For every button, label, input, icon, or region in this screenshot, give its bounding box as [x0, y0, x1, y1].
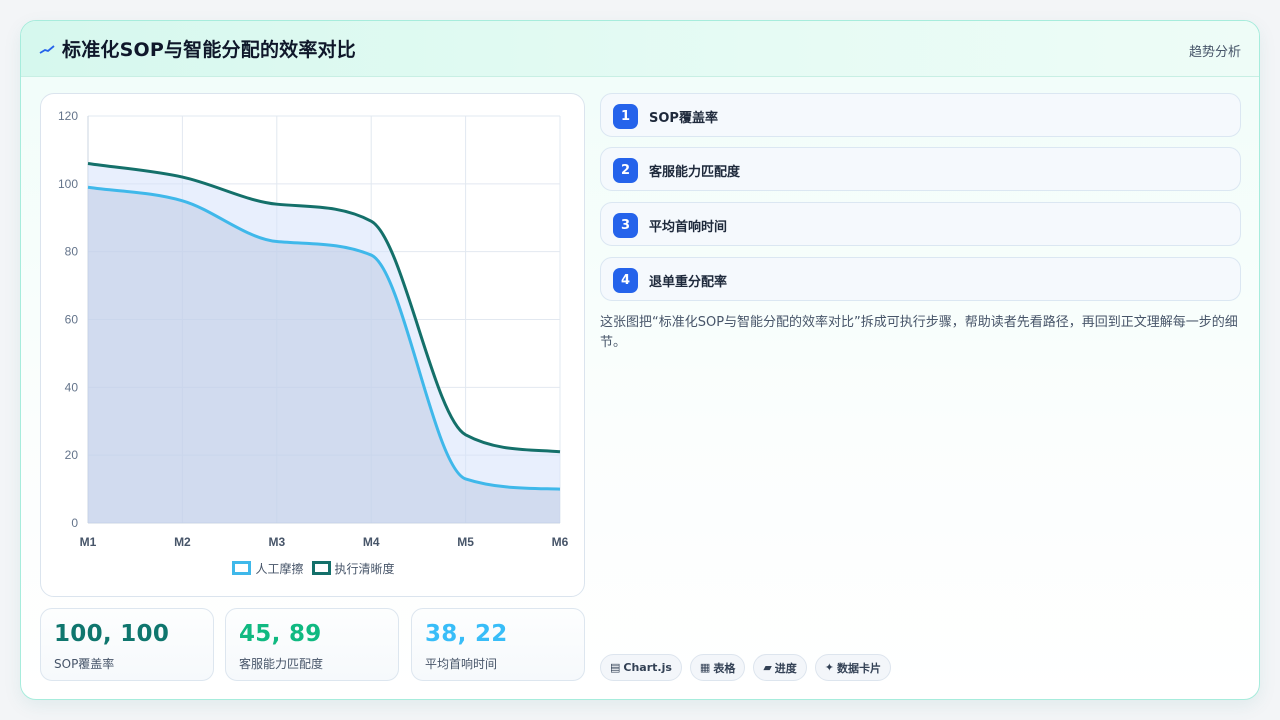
- kpi-label: SOP覆盖率: [54, 657, 115, 671]
- step-item-4[interactable]: 4 退单重分配率: [600, 257, 1241, 301]
- chart-description: 这张图把“标准化SOP与智能分配的效率对比”拆成可执行步骤，帮助读者先看路径，再…: [600, 315, 1238, 350]
- pill-label: 数据卡片: [837, 661, 882, 675]
- x-tick-label: M3: [268, 535, 285, 549]
- x-tick-label: M4: [363, 535, 380, 549]
- main-card: 标准化SOP与智能分配的效率对比 趋势分析 0 20 40 60 80 100 120 M1 M…: [20, 20, 1260, 700]
- pill-label: Chart.js: [623, 661, 672, 674]
- y-tick-label: 120: [58, 109, 78, 123]
- pill-label: 进度: [774, 661, 797, 675]
- pill-chartjs[interactable]: ▤ Chart.js: [600, 654, 682, 681]
- pill-data-card[interactable]: ✦ 数据卡片: [814, 654, 892, 681]
- chart-icon: ▤: [610, 661, 621, 674]
- step-item-2[interactable]: 2 客服能力匹配度: [600, 147, 1241, 191]
- x-tick-label: M1: [80, 535, 97, 549]
- legend-label: 执行清晰度: [334, 561, 395, 576]
- legend-swatch: [232, 561, 252, 575]
- legend-item-series-1[interactable]: 人工摩擦: [232, 560, 304, 577]
- y-tick-label: 100: [58, 177, 78, 191]
- kpi-value: 38, 22: [425, 621, 508, 647]
- pill-progress[interactable]: ▰ 进度: [753, 654, 807, 681]
- trend-line-icon: [39, 45, 55, 54]
- chart-panel: 0 20 40 60 80 100 120 M1 M2 M3 M4 M5 M6 人工摩擦 执行清晰度: [40, 93, 585, 597]
- legend-label: 人工摩擦: [255, 561, 304, 576]
- x-tick-label: M2: [174, 535, 191, 549]
- kpi-card-skill-match: 45, 89 客服能力匹配度: [225, 608, 399, 681]
- card-header: 标准化SOP与智能分配的效率对比 趋势分析: [21, 21, 1259, 77]
- y-tick-label: 60: [65, 313, 79, 327]
- chart-legend: 人工摩擦 执行清晰度: [41, 559, 586, 577]
- step-number-badge: 3: [613, 213, 638, 238]
- line-chart: 0 20 40 60 80 100 120 M1 M2 M3 M4 M5 M6: [58, 109, 569, 549]
- step-label: SOP覆盖率: [649, 111, 718, 126]
- y-tick-label: 40: [65, 380, 79, 394]
- step-label: 平均首响时间: [649, 220, 728, 235]
- step-item-3[interactable]: 3 平均首响时间: [600, 202, 1241, 246]
- legend-swatch: [311, 561, 331, 575]
- kpi-label: 客服能力匹配度: [239, 657, 324, 671]
- trend-analysis-tag[interactable]: 趋势分析: [1189, 41, 1241, 60]
- table-icon: ▦: [699, 661, 711, 674]
- step-number-badge: 1: [613, 104, 638, 129]
- kpi-value: 45, 89: [239, 621, 322, 647]
- pill-table[interactable]: ▦ 表格: [689, 654, 746, 681]
- y-tick-label: 80: [65, 245, 79, 259]
- step-item-1[interactable]: 1 SOP覆盖率: [600, 93, 1241, 137]
- x-tick-label: M5: [457, 535, 474, 549]
- step-label: 退单重分配率: [649, 275, 728, 290]
- kpi-value: 100, 100: [54, 621, 170, 647]
- step-number-badge: 2: [613, 158, 638, 183]
- step-label: 客服能力匹配度: [649, 165, 741, 180]
- page-title: 标准化SOP与智能分配的效率对比: [62, 39, 356, 61]
- y-tick-label: 0: [71, 516, 78, 530]
- kpi-card-sop-coverage: 100, 100 SOP覆盖率: [40, 608, 214, 681]
- step-number-badge: 4: [613, 268, 638, 293]
- kpi-label: 平均首响时间: [425, 657, 498, 671]
- kpi-card-first-response: 38, 22 平均首响时间: [411, 608, 585, 681]
- progress-icon: ▰: [763, 661, 772, 674]
- y-tick-label: 20: [65, 448, 79, 462]
- sparkle-icon: ✦: [824, 661, 835, 674]
- legend-item-series-2[interactable]: 执行清晰度: [311, 560, 395, 577]
- x-tick-label: M6: [552, 535, 569, 549]
- pill-label: 表格: [713, 661, 736, 675]
- feature-pills: ▤ Chart.js ▦ 表格 ▰ 进度 ✦ 数据卡片: [600, 654, 892, 681]
